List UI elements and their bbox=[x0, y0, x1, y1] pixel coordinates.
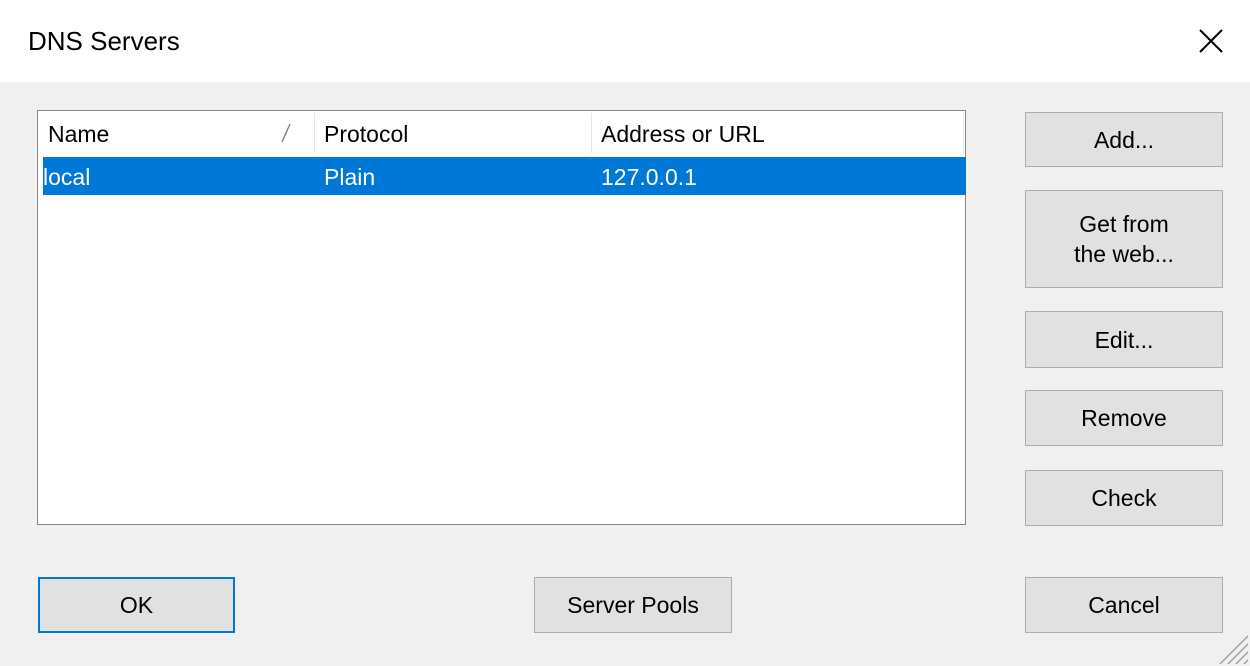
cell-name: local bbox=[43, 164, 91, 190]
resize-grip-icon[interactable] bbox=[1214, 630, 1250, 666]
dialog-title: DNS Servers bbox=[28, 26, 180, 56]
edit-button-label: Edit... bbox=[1094, 326, 1154, 353]
close-icon[interactable] bbox=[1194, 24, 1228, 58]
column-header-label: Name bbox=[48, 121, 110, 147]
list-row[interactable]: local Plain 127.0.0.1 bbox=[43, 157, 966, 195]
add-button[interactable]: Add... bbox=[1025, 112, 1223, 167]
cell-address: 127.0.0.1 bbox=[601, 164, 697, 190]
remove-button[interactable]: Remove bbox=[1025, 390, 1223, 446]
ok-button-label: OK bbox=[119, 592, 154, 618]
sort-indicator-icon bbox=[281, 123, 291, 143]
cancel-button[interactable]: Cancel bbox=[1025, 577, 1223, 633]
add-button-label: Add... bbox=[1093, 126, 1155, 153]
column-header-label: Protocol bbox=[324, 121, 409, 147]
column-header-label: Address or URL bbox=[601, 121, 765, 147]
get-from-web-label-line1: Get from bbox=[1079, 211, 1169, 237]
get-from-web-label-line2: the web... bbox=[1074, 241, 1174, 267]
check-button[interactable]: Check bbox=[1025, 470, 1223, 526]
edit-button[interactable]: Edit... bbox=[1025, 311, 1223, 368]
title-bar: DNS Servers bbox=[0, 0, 1250, 82]
dns-server-list[interactable]: Name Protocol Address or URL local Plain… bbox=[37, 110, 966, 525]
cancel-button-label: Cancel bbox=[1088, 592, 1160, 618]
column-divider[interactable] bbox=[963, 113, 964, 153]
list-header: Name Protocol Address or URL bbox=[38, 111, 965, 155]
remove-button-label: Remove bbox=[1081, 405, 1167, 431]
dns-servers-dialog: DNS Servers Name Protocol Address or URL bbox=[0, 0, 1250, 666]
server-pools-button[interactable]: Server Pools bbox=[534, 577, 732, 633]
cell-protocol: Plain bbox=[324, 164, 376, 190]
check-button-label: Check bbox=[1091, 485, 1157, 511]
column-header-name[interactable]: Name bbox=[38, 111, 308, 155]
get-from-web-button[interactable]: Get from the web... bbox=[1025, 190, 1223, 288]
column-header-protocol[interactable]: Protocol bbox=[314, 111, 592, 155]
ok-button[interactable]: OK bbox=[38, 577, 235, 633]
column-header-address[interactable]: Address or URL bbox=[591, 111, 963, 155]
server-pools-button-label: Server Pools bbox=[567, 592, 699, 618]
